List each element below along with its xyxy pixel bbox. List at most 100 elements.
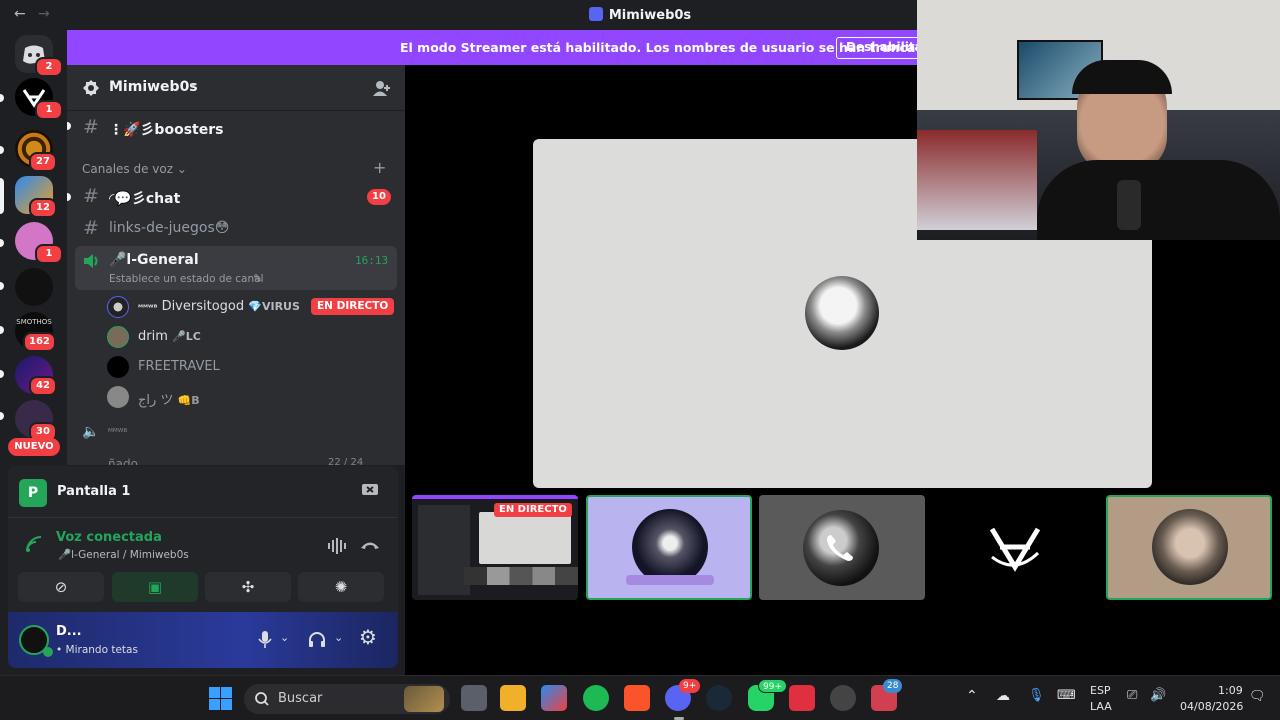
category-voice[interactable]: Canales de voz ⌄: [82, 162, 187, 176]
taskbar-search[interactable]: Buscar: [244, 684, 450, 714]
voice-user-name: drim 🎤LC: [138, 329, 201, 344]
chevron-down-icon[interactable]: ⌄: [334, 631, 343, 644]
selected-pill: [0, 178, 4, 214]
volume-icon[interactable]: 🔊: [1150, 688, 1166, 703]
unread-pill: [0, 239, 4, 247]
language-layout[interactable]: LAA: [1090, 700, 1112, 713]
notification-icon[interactable]: 🗨: [1249, 689, 1266, 704]
voice-panel: P Pantalla 1 Voz conectada 🎤l-General / …: [8, 466, 398, 668]
activities-icon: ✣: [241, 578, 255, 596]
channel-links-de-juegos[interactable]: # links-de-juegos😳: [75, 213, 397, 243]
soundboard-icon: ✺: [334, 578, 348, 596]
home-badge: 2: [35, 57, 63, 77]
unread-pill: [0, 94, 4, 102]
gear-icon[interactable]: ⚙: [359, 625, 377, 649]
username[interactable]: D...: [56, 624, 82, 639]
taskbar: Buscar 9+ 99+ 28 ⌃ ☁ 🎙 ⌨ ESP LAA ⎚ 🔊 1:0…: [0, 675, 1280, 720]
server-icon-drop[interactable]: 30: [15, 400, 57, 442]
add-channel-icon[interactable]: +: [373, 158, 386, 177]
stream-preview: [479, 512, 571, 564]
chevron-down-icon: ⌄: [176, 162, 187, 176]
microphone-tray-icon[interactable]: 🎙: [1028, 688, 1045, 703]
spotify-icon[interactable]: [583, 685, 609, 711]
search-label: Buscar: [278, 691, 323, 706]
channel-chat[interactable]: # ◜💬彡chat 10: [75, 181, 397, 211]
network-icon[interactable]: ⎚: [1127, 688, 1137, 703]
keyboard-decoration: [626, 575, 714, 585]
headphones-icon[interactable]: [308, 631, 326, 648]
keyboard-icon[interactable]: ⌨: [1057, 688, 1076, 703]
voice-location[interactable]: 🎤l-General / Mimiweb0s: [58, 548, 189, 561]
brave-icon[interactable]: [624, 685, 650, 711]
server-icon-pink[interactable]: 1: [15, 222, 63, 264]
server-icon-freetravel[interactable]: 1: [15, 78, 63, 120]
phone-icon: [827, 535, 853, 561]
whatsapp-icon[interactable]: 99+: [748, 679, 787, 711]
channel-name: ◜💬彡chat: [109, 191, 181, 207]
camera-toggle-button[interactable]: ⊘: [18, 572, 104, 602]
voice-user[interactable]: راج ツ 👊B: [107, 384, 397, 410]
microphone-icon[interactable]: [258, 631, 272, 649]
chevron-up-icon[interactable]: ⌃: [966, 688, 978, 704]
chevron-down-icon[interactable]: ⌄: [280, 631, 289, 644]
stop-stream-icon[interactable]: [362, 484, 378, 498]
voice-channel-general[interactable]: 🎤l-General 16:13 Establece un estado de …: [75, 246, 397, 290]
voice-channel[interactable]: 🔈 ᴹᴹᵂᴮ: [82, 424, 382, 446]
unread-pill: [0, 326, 4, 334]
obs-icon[interactable]: [830, 685, 856, 711]
voice-channel[interactable]: ñado 22 / 24: [82, 455, 392, 465]
avatar: [107, 386, 129, 408]
app-icon-red[interactable]: [789, 685, 815, 711]
server-header[interactable]: Mimiweb0s ⌄: [67, 65, 405, 111]
steam-icon[interactable]: [706, 685, 732, 711]
cloud-icon[interactable]: ☁: [996, 688, 1010, 704]
screen-share-button[interactable]: ▣: [112, 572, 198, 602]
stream-title: Pantalla 1: [57, 484, 131, 499]
voice-user[interactable]: drim 🎤LC: [107, 324, 397, 350]
add-member-icon[interactable]: [373, 80, 391, 98]
participant-tile[interactable]: [932, 495, 1098, 600]
voice-status[interactable]: Voz conectada: [56, 530, 162, 545]
participant-tile[interactable]: [1106, 495, 1272, 600]
home-button[interactable]: 2: [15, 35, 63, 77]
server-icon-smothos[interactable]: SMOTHOS 162: [15, 312, 56, 352]
search-icon: [255, 692, 269, 706]
server-badge: 42: [29, 376, 57, 396]
language-indicator[interactable]: ESP: [1090, 684, 1111, 697]
voice-user[interactable]: FREETRAVEL: [107, 354, 397, 380]
participant-tile[interactable]: [586, 495, 752, 600]
clock-time[interactable]: 1:09: [1218, 684, 1243, 697]
disconnect-icon[interactable]: [360, 540, 380, 550]
store-icon[interactable]: [541, 685, 567, 711]
discord-taskbar-icon[interactable]: 9+: [665, 679, 701, 711]
pencil-icon[interactable]: ✎: [253, 272, 262, 285]
voice-user-name: FREETRAVEL: [138, 359, 220, 374]
server-icon-mimiweb0s[interactable]: 12: [15, 176, 57, 218]
user-activity: • Mirando tetas: [56, 644, 138, 656]
stream-thumbnail-tile[interactable]: EN DIRECTO: [412, 495, 578, 600]
activities-button[interactable]: ✣: [205, 572, 291, 602]
server-icon-dark[interactable]: [15, 268, 53, 306]
chevron-down-icon: ⌄: [187, 75, 199, 91]
person-body: [1037, 160, 1280, 240]
whatsapp-badge: 99+: [758, 679, 787, 693]
participant-tile[interactable]: [759, 495, 925, 600]
server-icon-spiral[interactable]: 27: [15, 130, 57, 172]
unread-pill: [0, 370, 4, 378]
soundboard-button[interactable]: ✺: [298, 572, 384, 602]
user-count: 22 / 24: [328, 457, 364, 465]
app-icon-active[interactable]: 28: [871, 679, 903, 711]
clock-date[interactable]: 04/08/2026: [1180, 700, 1243, 713]
voice-user[interactable]: ᴹᴹᵂᴮ Diversitogod 💎VIRUS EN DIRECTO: [107, 294, 397, 320]
file-explorer-icon[interactable]: [500, 685, 526, 711]
task-view-icon[interactable]: [461, 685, 487, 711]
channel-name: links-de-juegos😳: [109, 220, 230, 236]
noise-suppression-icon[interactable]: [328, 538, 346, 554]
server-icon-purple[interactable]: 42: [15, 356, 57, 396]
server-badge: 27: [29, 152, 57, 172]
channel-boosters[interactable]: # ⋮🚀彡boosters: [75, 112, 397, 142]
voice-user-name: ᴹᴹᵂᴮ Diversitogod 💎VIRUS: [138, 299, 300, 314]
channel-sidebar: Mimiweb0s ⌄ # ⋮🚀彡boosters Canales de voz…: [67, 65, 405, 465]
windows-start-icon[interactable]: [209, 687, 232, 710]
new-badge: NUEVO: [8, 438, 60, 456]
